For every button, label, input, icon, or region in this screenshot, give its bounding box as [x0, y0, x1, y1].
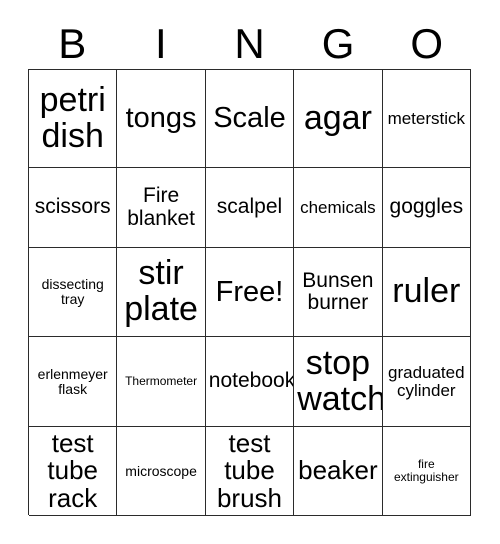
bingo-cell-label: microscope	[125, 462, 197, 479]
bingo-cell-label: test tube brush	[216, 428, 283, 513]
bingo-cell-r1c4[interactable]: agar	[294, 70, 383, 168]
bingo-cell-label: Scale	[213, 102, 286, 135]
bingo-cell-label: erlenmeyer flask	[37, 365, 108, 397]
bingo-cell-label: scalpel	[216, 195, 283, 219]
bingo-cell-r2c2[interactable]: Fire blanket	[117, 168, 206, 248]
bingo-cell-label: ruler	[392, 272, 461, 311]
bingo-grid: petri dish tongs Scale agar meterstick scisso…	[28, 69, 471, 516]
bingo-cell-r1c1[interactable]: petri dish	[29, 70, 118, 168]
bingo-cell-r4c4[interactable]: stop watch	[294, 337, 383, 427]
bingo-cell-label: scissors	[34, 195, 111, 219]
bingo-cell-r2c1[interactable]: scissors	[29, 168, 118, 248]
bingo-cell-r4c2[interactable]: Thermometer	[117, 337, 206, 427]
bingo-cell-r3c2[interactable]: stir plate	[117, 248, 206, 337]
bingo-cell-r5c3[interactable]: test tube brush	[205, 427, 295, 516]
bingo-cell-label: dissecting tray	[41, 276, 104, 307]
bingo-cell-label: chemicals	[300, 197, 376, 217]
bingo-cell-r5c1[interactable]: test tube rack	[29, 427, 118, 516]
bingo-cell-label: graduated cylinder	[388, 362, 465, 400]
bingo-cell-r5c2[interactable]: microscope	[117, 427, 206, 516]
bingo-cell-r1c5[interactable]: meterstick	[382, 70, 471, 168]
bingo-cell-label: goggles	[389, 195, 464, 219]
bingo-cell-r3c4[interactable]: Bunsen burner	[294, 248, 383, 337]
header-letter-b: B	[58, 19, 87, 67]
bingo-cell-r2c5[interactable]: goggles	[382, 168, 471, 248]
header-letter-g: G	[321, 19, 355, 67]
bingo-cell-label: petri dish	[39, 80, 106, 155]
header-letter-n: N	[234, 19, 265, 67]
header-letter-i: I	[155, 19, 167, 67]
bingo-card: B I N G O petri dish tongs Scale agar meters…	[0, 0, 500, 544]
bingo-cell-r4c5[interactable]: graduated cylinder	[382, 337, 471, 427]
bingo-cell-label: Thermometer	[125, 374, 198, 389]
bingo-cell-r2c4[interactable]: chemicals	[294, 168, 383, 248]
bingo-cell-r5c4[interactable]: beaker	[294, 427, 383, 516]
bingo-cell-r3c3[interactable]: Free!	[205, 248, 295, 337]
bingo-cell-label: beaker	[298, 455, 378, 486]
header-letter-o: O	[410, 19, 444, 67]
bingo-cell-label: test tube rack	[47, 428, 98, 513]
bingo-cell-label: stir plate	[124, 254, 198, 328]
bingo-cell-r4c1[interactable]: erlenmeyer flask	[29, 337, 118, 427]
bingo-cell-label: meterstick	[387, 108, 466, 128]
bingo-cell-r1c3[interactable]: Scale	[205, 70, 295, 168]
bingo-cell-r3c1[interactable]: dissecting tray	[29, 248, 118, 337]
bingo-cell-label: fire extinguisher	[393, 457, 459, 484]
bingo-cell-label: tongs	[125, 102, 197, 135]
bingo-cell-label: notebook	[208, 369, 295, 393]
bingo-cell-label: Bunsen burner	[302, 268, 374, 314]
bingo-cell-label: Fire blanket	[127, 184, 195, 230]
bingo-cell-label: stop watch	[297, 343, 383, 418]
bingo-header: B I N G O	[28, 18, 471, 69]
bingo-cell-r2c3[interactable]: scalpel	[205, 168, 295, 248]
bingo-cell-label: Free!	[215, 275, 284, 308]
bingo-cell-label: agar	[303, 98, 372, 137]
bingo-cell-r1c2[interactable]: tongs	[117, 70, 206, 168]
bingo-cell-r3c5[interactable]: ruler	[382, 248, 471, 337]
bingo-cell-r5c5[interactable]: fire extinguisher	[382, 427, 471, 516]
bingo-cell-r4c3[interactable]: notebook	[205, 337, 295, 427]
